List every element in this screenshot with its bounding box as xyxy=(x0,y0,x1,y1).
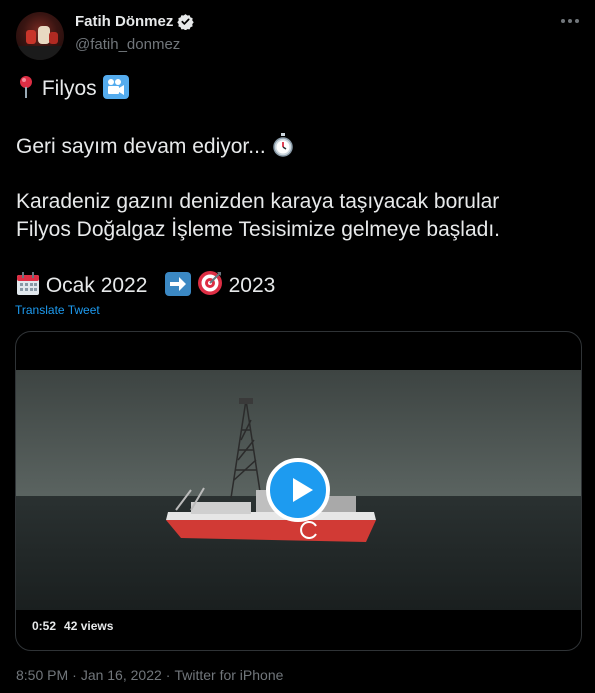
tweet-line-5: Ocak 2022 2023 xyxy=(16,270,275,300)
right-arrow-icon xyxy=(164,272,191,296)
author-avatar[interactable] xyxy=(16,12,64,60)
tweet-date[interactable]: Jan 16, 2022 xyxy=(81,667,162,683)
play-icon[interactable] xyxy=(266,458,330,522)
verified-badge-icon xyxy=(177,14,195,30)
tweet-source[interactable]: Twitter for iPhone xyxy=(174,667,283,683)
round-pushpin-icon xyxy=(20,76,32,98)
tweet-line-1: Filyos xyxy=(16,75,129,103)
start-date-text: Ocak 2022 xyxy=(45,274,148,297)
tweet-meta: 8:50 PM · Jan 16, 2022 · Twitter for iPh… xyxy=(16,667,283,683)
stopwatch-icon xyxy=(272,133,293,157)
tweet-line-2: Geri sayım devam ediyor... xyxy=(16,133,294,161)
video-views: 42 views xyxy=(64,619,114,633)
target-date-text: 2023 xyxy=(228,274,276,297)
movie-camera-icon xyxy=(102,75,129,99)
calendar-icon xyxy=(17,272,39,295)
author-name[interactable]: Fatih Dönmez xyxy=(75,13,173,30)
video-player[interactable]: 0:52 42 views xyxy=(15,331,582,651)
tweet-line-3: Karadeniz gazını denizden karaya taşıyac… xyxy=(16,190,500,213)
author-handle[interactable]: @fatih_donmez xyxy=(75,36,180,53)
video-duration: 0:52 xyxy=(32,619,57,633)
location-text: Filyos xyxy=(41,77,97,100)
tweet-time[interactable]: 8:50 PM xyxy=(16,667,68,683)
translate-tweet-link[interactable]: Translate Tweet xyxy=(15,303,100,317)
more-options-icon[interactable] xyxy=(559,14,581,28)
separator-dot: · xyxy=(165,667,171,683)
tweet-line-4: Filyos Doğalgaz İşleme Tesisimize gelmey… xyxy=(16,218,500,241)
video-stats: 0:52 42 views xyxy=(32,619,113,633)
separator-dot: · xyxy=(72,667,77,683)
countdown-text: Geri sayım devam ediyor... xyxy=(16,135,266,158)
target-icon xyxy=(197,271,222,295)
author-name-row: Fatih Dönmez xyxy=(75,13,195,30)
